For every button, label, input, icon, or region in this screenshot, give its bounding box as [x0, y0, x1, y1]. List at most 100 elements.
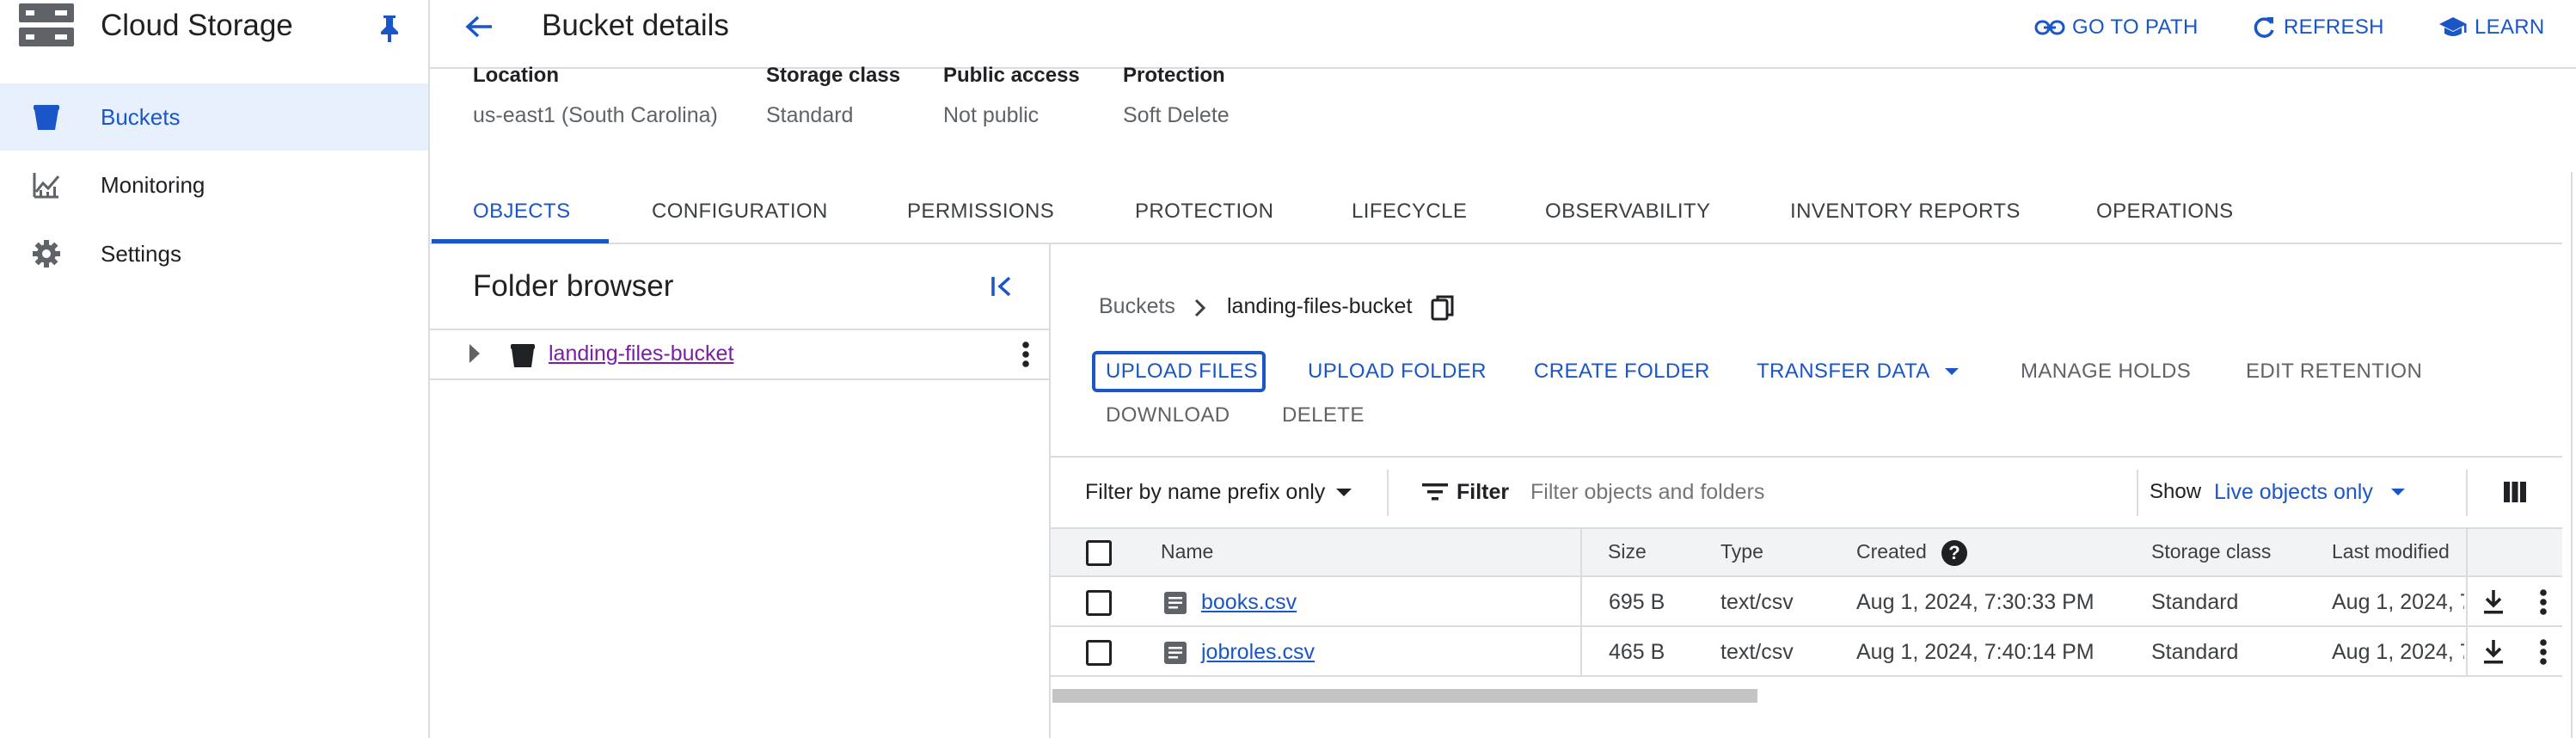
object-last-modified: Aug 1, 2024, 7 [2332, 590, 2464, 614]
tab-protection[interactable]: PROTECTION [1135, 200, 1273, 224]
transfer-data-button[interactable]: TRANSFER DATA [1757, 360, 1960, 384]
download-icon[interactable] [2481, 638, 2505, 666]
active-tab-indicator [432, 239, 609, 243]
go-to-path-button[interactable]: GO TO PATH [2034, 9, 2199, 46]
delete-button[interactable]: DELETE [1282, 403, 1365, 427]
product-title: Cloud Storage [101, 9, 293, 42]
download-button[interactable]: DOWNLOAD [1106, 403, 1230, 427]
refresh-label: REFRESH [2284, 15, 2384, 39]
object-created: Aug 1, 2024, 7:40:14 PM [1856, 640, 2095, 664]
more-vert-icon[interactable] [2539, 588, 2548, 616]
public-access-label: Public access [943, 64, 1080, 87]
upload-folder-button[interactable]: UPLOAD FOLDER [1308, 360, 1487, 384]
filter-bar-separator [1387, 470, 1389, 516]
tab-operations[interactable]: OPERATIONS [2096, 200, 2234, 224]
refresh-button[interactable]: REFRESH [2251, 9, 2384, 46]
dropdown-arrow-icon [2390, 488, 2406, 496]
left-navigation: Cloud Storage Buckets Monitoring Setting… [0, 0, 430, 738]
column-header-type[interactable]: Type [1720, 540, 1763, 563]
object-size: 695 B [1609, 590, 1665, 614]
show-objects-select[interactable]: Live objects only [2214, 478, 2406, 506]
row-checkbox[interactable] [1086, 640, 1112, 666]
help-icon[interactable]: ? [1941, 540, 1967, 566]
tab-configuration[interactable]: CONFIGURATION [652, 200, 828, 224]
transfer-data-label: TRANSFER DATA [1757, 360, 1930, 383]
row-checkbox[interactable] [1086, 590, 1112, 616]
upload-files-button[interactable]: UPLOAD FILES [1106, 360, 1258, 384]
tab-inventory-reports[interactable]: INVENTORY REPORTS [1790, 200, 2021, 224]
filter-bar-divider-top [1051, 456, 2562, 458]
filter-bar-separator [2137, 470, 2138, 516]
learn-label: LEARN [2475, 15, 2545, 39]
prefix-filter-select[interactable]: Filter by name prefix only [1085, 478, 1352, 506]
tab-permissions[interactable]: PERMISSIONS [907, 200, 1054, 224]
object-name-link[interactable]: books.csv [1201, 590, 1297, 615]
refresh-icon [2251, 15, 2284, 40]
storage-class-label: Storage class [766, 64, 901, 87]
pin-icon[interactable] [377, 14, 402, 43]
bucket-icon [509, 342, 537, 368]
more-vert-icon[interactable] [1021, 341, 1030, 368]
select-all-checkbox[interactable] [1086, 540, 1112, 566]
tab-observability[interactable]: OBSERVABILITY [1545, 200, 1710, 224]
sidebar-item-label: Settings [101, 240, 181, 267]
monitoring-icon [31, 169, 62, 200]
object-created: Aug 1, 2024, 7:30:33 PM [1856, 590, 2095, 614]
column-header-storage-class[interactable]: Storage class [2151, 540, 2271, 563]
column-header-created[interactable]: Created [1856, 540, 1927, 563]
go-to-path-label: GO TO PATH [2072, 15, 2199, 39]
bucket-icon [31, 101, 62, 132]
object-name-link[interactable]: jobroles.csv [1201, 640, 1315, 665]
file-icon [1163, 641, 1187, 665]
folder-tree-bucket-link[interactable]: landing-files-bucket [549, 341, 733, 366]
column-header-last-modified[interactable]: Last modified [2332, 540, 2450, 563]
page-header: Bucket details GO TO PATH REFRESH LEARN [430, 0, 2576, 69]
download-icon[interactable] [2481, 588, 2505, 616]
column-display-icon[interactable] [2504, 482, 2526, 502]
sidebar-item-buckets[interactable]: Buckets [0, 83, 428, 151]
column-header-name[interactable]: Name [1161, 540, 1213, 563]
folder-tree-row[interactable]: landing-files-bucket [430, 330, 1049, 378]
dropdown-arrow-icon [1944, 367, 1960, 376]
copy-icon[interactable] [1431, 294, 1455, 322]
edit-retention-button[interactable]: EDIT RETENTION [2246, 360, 2422, 384]
expand-arrow-icon[interactable] [468, 342, 481, 365]
sidebar-item-monitoring[interactable]: Monitoring [0, 151, 428, 218]
object-last-modified: Aug 1, 2024, 7 [2332, 640, 2464, 664]
breadcrumb-root[interactable]: Buckets [1099, 294, 1175, 319]
more-vert-icon[interactable] [2539, 638, 2548, 666]
filter-label: Filter [1457, 480, 1510, 504]
breadcrumb: Buckets landing-files-bucket [1099, 294, 1529, 323]
sidebar-item-label: Buckets [101, 103, 181, 130]
object-type: text/csv [1720, 640, 1794, 664]
manage-holds-button[interactable]: MANAGE HOLDS [2021, 360, 2191, 384]
vertical-scrollbar-track[interactable] [2571, 172, 2573, 738]
filter-bar-separator [2466, 470, 2468, 516]
back-arrow-icon[interactable] [463, 10, 495, 43]
storage-class-value: Standard [766, 103, 854, 127]
link-icon [2034, 17, 2072, 38]
show-label: Show [2150, 480, 2202, 503]
filter-objects-input[interactable] [1530, 473, 2124, 511]
gear-icon [31, 238, 62, 269]
breadcrumb-current: landing-files-bucket [1227, 294, 1413, 318]
filter-list-icon [1422, 482, 1448, 502]
learn-button[interactable]: LEARN [2438, 9, 2545, 46]
create-folder-button[interactable]: CREATE FOLDER [1534, 360, 1710, 384]
horizontal-scrollbar-thumb[interactable] [1052, 689, 1757, 703]
prefix-filter-label: Filter by name prefix only [1085, 479, 1326, 504]
page-title: Bucket details [542, 9, 729, 42]
collapse-panel-icon[interactable] [989, 274, 1015, 299]
sidebar-item-label: Monitoring [101, 171, 205, 198]
sidebar-item-settings[interactable]: Settings [0, 220, 428, 287]
object-storage-class: Standard [2151, 640, 2239, 664]
object-type: text/csv [1720, 590, 1794, 614]
school-icon [2438, 15, 2475, 40]
tab-lifecycle[interactable]: LIFECYCLE [1352, 200, 1467, 224]
show-objects-value: Live objects only [2214, 479, 2373, 504]
location-value: us-east1 (South Carolina) [473, 103, 718, 127]
column-header-size[interactable]: Size [1608, 540, 1647, 563]
tab-objects[interactable]: OBJECTS [473, 200, 570, 224]
dropdown-arrow-icon [1335, 488, 1352, 497]
file-icon [1163, 591, 1187, 615]
